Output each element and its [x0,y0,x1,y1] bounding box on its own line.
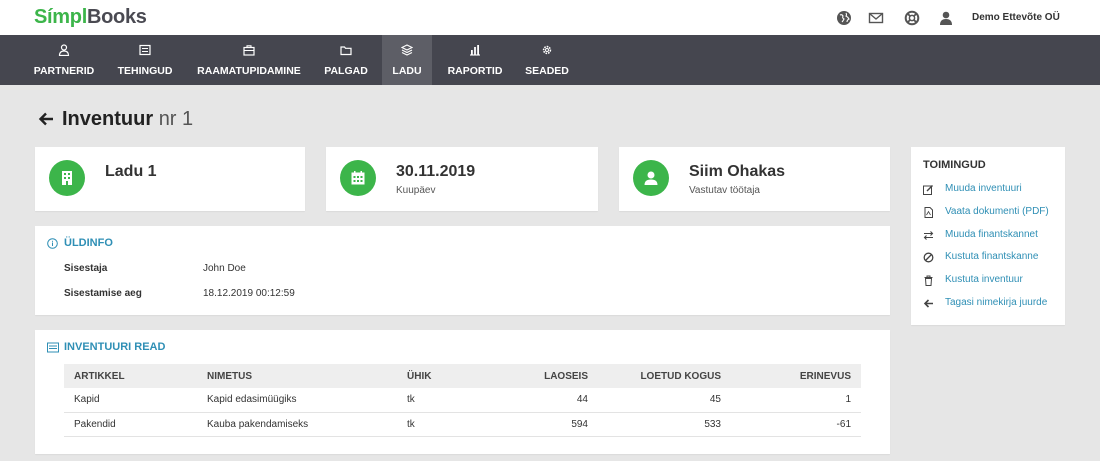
company-name[interactable]: Demo Ettevõte OÜ [972,12,1060,23]
chart-icon [470,45,480,56]
partners-icon [58,44,70,56]
cell-uhik: tk [397,388,507,413]
lifebuoy-icon[interactable] [904,10,920,26]
nav-item-palgad[interactable]: PALGAD [318,35,374,85]
cell-artikkel: Kapid [64,388,197,413]
table-header-row: ARTIKKEL NIMETUS ÜHIK LAOSEIS LOETUD KOG… [64,364,861,388]
main-nav: PARTNERID TEHINGUD RAAMATUPIDAMINE PALGA… [0,35,1100,85]
cell-laoseis: 44 [507,388,598,413]
nav-item-ladu[interactable]: LADU [382,35,432,85]
pdf-icon [924,207,933,218]
nav-label: LADU [392,65,422,77]
column-header-uhik[interactable]: ÜHIK [397,364,507,388]
inventory-rows-panel: INVENTUURI READ ARTIKKEL NIMETUS ÜHIK LA… [35,330,890,454]
cell-erinevus: 1 [731,388,861,413]
responsible-person: Siim Ohakas [689,163,786,180]
warehouse-name: Ladu 1 [105,163,157,180]
warehouse-card: Ladu 1 [35,147,305,211]
responsible-person-label: Vastutav töötaja [689,185,760,196]
date-card: 30.11.2019 Kuupäev [326,147,598,211]
table-row[interactable]: Pakendid Kauba pakendamiseks tk 594 533 … [64,412,861,437]
page-title-text: Inventuur [62,108,154,130]
cell-laoseis: 594 [507,412,598,437]
column-header-erinevus[interactable]: ERINEVUS [731,364,861,388]
arrow-left-icon [923,299,933,308]
nav-item-seaded[interactable]: SEADED [518,35,576,85]
responsible-card-badge [633,160,669,196]
trash-icon [924,275,933,286]
entered-at-value: 18.12.2019 00:12:59 [203,288,295,299]
info-icon [47,238,58,249]
nav-item-tehingud[interactable]: TEHINGUD [110,35,180,85]
top-bar: SímplBooks Demo Ettevõte OÜ [0,0,1100,35]
entered-by-label: Sisestaja [64,263,108,274]
inventory-date: 30.11.2019 [396,163,476,180]
exchange-icon [923,231,934,240]
mail-icon[interactable] [868,10,884,26]
list-icon [47,342,59,353]
nav-label: PALGAD [324,65,368,77]
gear-icon [542,45,552,55]
column-header-nimetus[interactable]: NIMETUS [197,364,397,388]
nav-label: RAPORTID [447,65,503,77]
calendar-icon [351,171,365,185]
cell-nimetus: Kauba pakendamiseks [197,412,397,437]
app-logo[interactable]: SímplBooks [34,6,147,29]
actions-panel: TOIMINGUD Muuda inventuuri Vaata dokumen… [911,147,1065,325]
person-icon [644,171,658,185]
briefcase-icon [243,45,255,56]
globe-icon[interactable] [836,10,852,26]
warehouse-icon [401,44,413,56]
entered-at-label: Sisestamise aeg [64,288,142,299]
cell-loetud-kogus: 45 [598,388,731,413]
transactions-icon [139,44,151,56]
nav-item-raportid[interactable]: RAPORTID [442,35,508,85]
column-header-laoseis[interactable]: LAOSEIS [507,364,598,388]
nav-label: TEHINGUD [117,65,173,77]
responsible-card: Siim Ohakas Vastutav töötaja [619,147,890,211]
arrow-left-icon[interactable] [38,111,54,127]
folder-icon [340,46,352,56]
entered-by-value: John Doe [203,263,246,274]
date-card-badge [340,160,376,196]
inventory-rows-table: ARTIKKEL NIMETUS ÜHIK LAOSEIS LOETUD KOG… [64,364,861,437]
building-icon [62,171,72,185]
cell-erinevus: -61 [731,412,861,437]
nav-item-partnerid[interactable]: PARTNERID [26,35,102,85]
user-icon[interactable] [938,10,954,26]
nav-item-raamatupidamine[interactable]: RAAMATUPIDAMINE [190,35,308,85]
cell-artikkel: Pakendid [64,412,197,437]
column-header-loetud-kogus[interactable]: LOETUD KOGUS [598,364,731,388]
table-row[interactable]: Kapid Kapid edasimüügiks tk 44 45 1 [64,388,861,413]
cell-loetud-kogus: 533 [598,412,731,437]
nav-label: SEADED [525,65,569,77]
warehouse-card-badge [49,160,85,196]
actions-title: TOIMINGUD [923,159,986,171]
edit-icon [923,185,933,195]
ban-icon [923,252,934,263]
cell-uhik: tk [397,412,507,437]
nav-label: PARTNERID [33,65,95,77]
nav-label: RAAMATUPIDAMINE [197,65,301,77]
general-info-panel: ÜLDINFO Sisestaja John Doe Sisestamise a… [35,226,890,315]
page-subtitle: nr 1 [158,108,194,130]
inventory-date-label: Kuupäev [396,185,436,196]
column-header-artikkel[interactable]: ARTIKKEL [64,364,197,388]
cell-nimetus: Kapid edasimüügiks [197,388,397,413]
